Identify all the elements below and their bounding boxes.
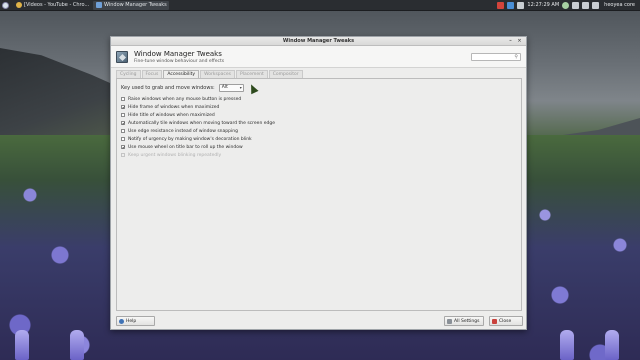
option-hide-frame-maximized[interactable]: ✔ Hide frame of windows when maximized bbox=[121, 103, 517, 111]
applications-menu-button[interactable] bbox=[0, 0, 11, 11]
grab-key-select[interactable]: Alt ▾ bbox=[218, 84, 244, 92]
grab-key-label: Key used to grab and move windows: bbox=[121, 85, 215, 91]
option-raise-on-click[interactable]: Raise windows when any mouse button is p… bbox=[121, 95, 517, 103]
grab-key-value: Alt bbox=[221, 85, 228, 90]
checkbox[interactable]: ✔ bbox=[121, 121, 125, 126]
window-icon bbox=[96, 2, 102, 8]
checkbox bbox=[121, 153, 125, 157]
bluetooth-icon[interactable] bbox=[572, 1, 580, 9]
all-settings-button-label: All Settings bbox=[454, 318, 480, 324]
minimize-icon[interactable]: – bbox=[507, 38, 514, 45]
checkbox[interactable]: ✔ bbox=[121, 105, 125, 110]
network-icon[interactable] bbox=[562, 1, 570, 9]
option-keep-urgent-blinking: Keep urgent windows blinking repeatedly bbox=[121, 151, 517, 159]
power-icon[interactable] bbox=[592, 1, 600, 9]
option-label: Notify of urgency by making window's dec… bbox=[128, 136, 252, 142]
option-label: Keep urgent windows blinking repeatedly bbox=[128, 152, 222, 158]
options-list: Raise windows when any mouse button is p… bbox=[121, 95, 517, 159]
checkbox[interactable] bbox=[121, 129, 125, 133]
clock[interactable]: 12:27:29 AM bbox=[527, 2, 559, 8]
tab-bar: Cycling Focus Accessibility Workspaces P… bbox=[116, 70, 304, 79]
checkbox[interactable] bbox=[121, 113, 125, 117]
taskbar-item-label: Window Manager Tweaks bbox=[104, 2, 167, 8]
accessibility-panel: Key used to grab and move windows: Alt ▾… bbox=[116, 78, 522, 311]
settings-icon bbox=[447, 318, 452, 324]
option-edge-resistance[interactable]: Use edge resistance instead of window sn… bbox=[121, 127, 517, 135]
wallpaper-flower bbox=[70, 330, 84, 360]
page-title: Window Manager Tweaks bbox=[134, 49, 222, 58]
wallpaper-flower bbox=[605, 330, 619, 360]
help-icon bbox=[119, 318, 124, 324]
close-icon[interactable]: × bbox=[516, 38, 523, 45]
search-icon: ⚲ bbox=[514, 54, 518, 60]
search-input[interactable]: ⚲ bbox=[471, 53, 521, 61]
notification-icon[interactable] bbox=[497, 1, 505, 9]
close-button[interactable]: Close bbox=[489, 316, 523, 326]
window-title: Window Manager Tweaks bbox=[282, 38, 355, 44]
option-label: Hide title of windows when maximized bbox=[128, 112, 215, 118]
help-button-label: Help bbox=[126, 318, 137, 324]
checkbox[interactable]: ✔ bbox=[121, 145, 125, 150]
taskbar-item-label: [Videos - YouTube - Chro... bbox=[24, 2, 90, 8]
dialog-footer: Help All Settings Close bbox=[111, 313, 526, 329]
tab-compositor[interactable]: Compositor bbox=[268, 70, 303, 78]
option-mouse-wheel-rollup[interactable]: ✔ Use mouse wheel on title bar to roll u… bbox=[121, 143, 517, 151]
chevron-down-icon: ▾ bbox=[239, 85, 242, 90]
wallpaper-flower bbox=[560, 330, 574, 360]
option-auto-tile[interactable]: ✔ Automatically tile windows when moving… bbox=[121, 119, 517, 127]
close-button-label: Close bbox=[499, 318, 512, 324]
display-icon[interactable] bbox=[517, 1, 525, 9]
option-label: Automatically tile windows when moving t… bbox=[128, 120, 275, 126]
option-hide-title-maximized[interactable]: Hide title of windows when maximized bbox=[121, 111, 517, 119]
checkbox[interactable] bbox=[121, 97, 125, 101]
user-menu[interactable]: heoyea core bbox=[602, 2, 637, 8]
chrome-icon bbox=[16, 2, 22, 8]
taskbar-item-window-manager-tweaks[interactable]: Window Manager Tweaks bbox=[93, 0, 169, 10]
taskbar-item-browser[interactable]: [Videos - YouTube - Chro... bbox=[13, 1, 91, 10]
option-label: Hide frame of windows when maximized bbox=[128, 104, 220, 110]
tab-workspaces[interactable]: Workspaces bbox=[200, 70, 236, 78]
window-tweaks-icon bbox=[116, 50, 128, 63]
option-label: Raise windows when any mouse button is p… bbox=[128, 96, 242, 102]
all-settings-button[interactable]: All Settings bbox=[444, 316, 484, 326]
option-label: Use edge resistance instead of window sn… bbox=[128, 128, 238, 134]
help-button[interactable]: Help bbox=[116, 316, 155, 326]
close-icon bbox=[492, 318, 497, 324]
option-label: Use mouse wheel on title bar to roll up … bbox=[128, 144, 243, 150]
tab-cycling[interactable]: Cycling bbox=[116, 70, 141, 78]
window-titlebar[interactable]: Window Manager Tweaks – × bbox=[111, 37, 526, 46]
checkbox[interactable] bbox=[121, 137, 125, 141]
tab-focus[interactable]: Focus bbox=[141, 70, 163, 78]
window-manager-tweaks-dialog: Window Manager Tweaks – × Window Manager… bbox=[110, 36, 527, 330]
tab-placement[interactable]: Placement bbox=[236, 70, 268, 78]
top-panel: [Videos - YouTube - Chro... Window Manag… bbox=[0, 0, 640, 11]
dialog-header: Window Manager Tweaks Fine-tune window b… bbox=[111, 46, 526, 68]
volume-icon[interactable] bbox=[582, 1, 590, 9]
workspace-switcher-icon[interactable] bbox=[507, 1, 515, 9]
page-subtitle: Fine-tune window behaviour and effects bbox=[134, 58, 225, 64]
menu-icon bbox=[2, 1, 9, 9]
option-urgency-blink[interactable]: Notify of urgency by making window's dec… bbox=[121, 135, 517, 143]
system-tray: 12:27:29 AM heoyea core bbox=[497, 0, 640, 11]
wallpaper-flower bbox=[15, 330, 29, 360]
